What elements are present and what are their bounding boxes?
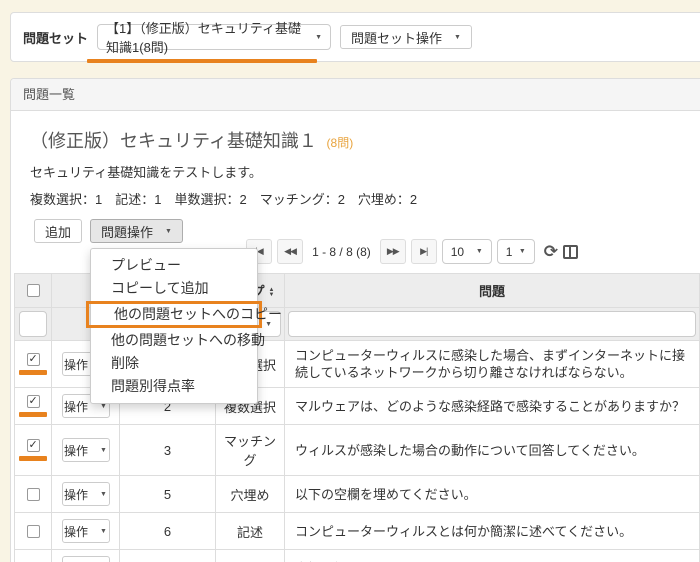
- row-question: 空欄を記入してください。: [285, 550, 700, 562]
- table-row: 操作▼ 12 穴埋め 空欄を記入してください。: [15, 550, 700, 562]
- row-question: コンピューターウィルスとは何か簡潔に述べてください。: [285, 513, 700, 550]
- row-question: マルウェアは、どのような感染経路で感染することがありますか？: [285, 388, 700, 425]
- row-type: 記述: [216, 513, 285, 550]
- page-number-select[interactable]: 1 ▼: [497, 239, 535, 264]
- checkbox-filter-box: [19, 311, 47, 337]
- row-question: コンピューターウィルスに感染した場合、まずインターネットに接続しているネットワー…: [285, 341, 700, 388]
- row-checkbox[interactable]: [27, 353, 40, 366]
- select-all-checkbox[interactable]: [27, 284, 40, 297]
- row-number: 3: [120, 425, 216, 476]
- row-action-button[interactable]: 操作▼: [62, 519, 110, 543]
- question-type-stats: 複数選択：1 記述：1 単数選択：2 マッチング：2 穴埋め：2: [30, 189, 700, 208]
- question-set-dropdown-value: 【1】（修正版）セキュリティ基礎知識1(8問): [106, 18, 309, 56]
- annotation-bar: [19, 412, 47, 417]
- table-row: 操作▼ 6 記述 コンピューターウィルスとは何か簡潔に述べてください。: [15, 513, 700, 550]
- row-question: 以下の空欄を埋めてください。: [285, 476, 700, 513]
- caret-down-icon: ▼: [100, 447, 107, 454]
- pagination: |◀ ◀◀ 1 - 8 / 8 (8) ▶▶ ▶| 10 ▼ 1 ▼ ⟳: [246, 239, 578, 264]
- question-set-actions-label: 問題セット操作: [351, 28, 442, 47]
- caret-down-icon: ▼: [454, 34, 461, 41]
- table-row: 操作▼ 5 穴埋め 以下の空欄を埋めてください。: [15, 476, 700, 513]
- question-set-description: セキュリティ基礎知識をテストします。: [30, 162, 700, 181]
- question-list-panel: 問題一覧 （修正版）セキュリティ基礎知識１ (8問) セキュリティ基礎知識をテス…: [10, 78, 700, 562]
- row-type: 穴埋め: [216, 550, 285, 562]
- page-size-select[interactable]: 10 ▼: [442, 239, 492, 264]
- row-number: 12: [120, 550, 216, 562]
- caret-down-icon: ▼: [476, 248, 483, 255]
- row-type: 穴埋め: [216, 476, 285, 513]
- annotation-underline-dropdown: [87, 59, 317, 63]
- question-set-label: 問題セット: [23, 28, 88, 47]
- question-count-badge: (8問): [327, 136, 354, 150]
- next-page-button[interactable]: ▶▶: [380, 239, 406, 264]
- page-size-value: 10: [451, 245, 464, 259]
- menu-item-move-to-other-set[interactable]: 他の問題セットへの移動: [91, 329, 257, 352]
- row-number: 6: [120, 513, 216, 550]
- annotation-bar: [19, 456, 47, 461]
- menu-item-copy-and-add[interactable]: コピーして追加: [91, 277, 257, 300]
- pagination-range-label: 1 - 8 / 8 (8): [312, 245, 371, 259]
- caret-down-icon: ▼: [165, 228, 172, 235]
- last-page-button[interactable]: ▶|: [411, 239, 437, 264]
- question-operations-button[interactable]: 問題操作 ▼: [90, 219, 183, 243]
- panel-header: 問題一覧: [11, 79, 700, 111]
- header-question: 問題: [285, 274, 700, 308]
- question-filter-input[interactable]: [288, 311, 696, 337]
- caret-down-icon: ▼: [100, 491, 107, 498]
- prev-page-button[interactable]: ◀◀: [277, 239, 303, 264]
- add-button[interactable]: 追加: [34, 219, 82, 243]
- sort-icon[interactable]: ▲▼: [269, 288, 275, 298]
- caret-down-icon: ▼: [519, 248, 526, 255]
- row-action-button[interactable]: 操作▼: [62, 438, 110, 462]
- page-title: （修正版）セキュリティ基礎知識１: [30, 131, 317, 151]
- question-operations-label: 問題操作: [101, 222, 153, 241]
- row-type: マッチング: [216, 425, 285, 476]
- question-set-bar: 問題セット 【1】（修正版）セキュリティ基礎知識1(8問) ▼ 問題セット操作 …: [10, 12, 700, 62]
- question-set-actions-button[interactable]: 問題セット操作 ▼: [340, 25, 472, 49]
- row-action-button[interactable]: 操作▼: [62, 482, 110, 506]
- menu-item-copy-to-other-set[interactable]: 他の問題セットへのコピー: [86, 301, 262, 328]
- row-checkbox[interactable]: [27, 525, 40, 538]
- row-question: ウィルスが感染した場合の動作について回答してください。: [285, 425, 700, 476]
- caret-down-icon: ▼: [100, 528, 107, 535]
- row-checkbox[interactable]: [27, 488, 40, 501]
- question-operations-menu: プレビュー コピーして追加 他の問題セットへのコピー 他の問題セットへの移動 削…: [90, 248, 258, 404]
- row-number: 5: [120, 476, 216, 513]
- row-checkbox[interactable]: [27, 395, 40, 408]
- table-row: 操作▼ 3 マッチング ウィルスが感染した場合の動作について回答してください。: [15, 425, 700, 476]
- row-action-button[interactable]: 操作▼: [62, 556, 110, 562]
- refresh-icon[interactable]: ⟳: [544, 243, 558, 260]
- menu-item-preview[interactable]: プレビュー: [91, 254, 257, 277]
- menu-item-delete[interactable]: 削除: [91, 352, 257, 375]
- menu-item-score-rate[interactable]: 問題別得点率: [91, 375, 257, 398]
- columns-icon[interactable]: [563, 245, 578, 259]
- caret-down-icon: ▼: [315, 34, 322, 41]
- row-checkbox[interactable]: [27, 439, 40, 452]
- question-set-dropdown[interactable]: 【1】（修正版）セキュリティ基礎知識1(8問) ▼: [97, 24, 331, 50]
- annotation-bar: [19, 370, 47, 375]
- page-number-value: 1: [506, 245, 513, 259]
